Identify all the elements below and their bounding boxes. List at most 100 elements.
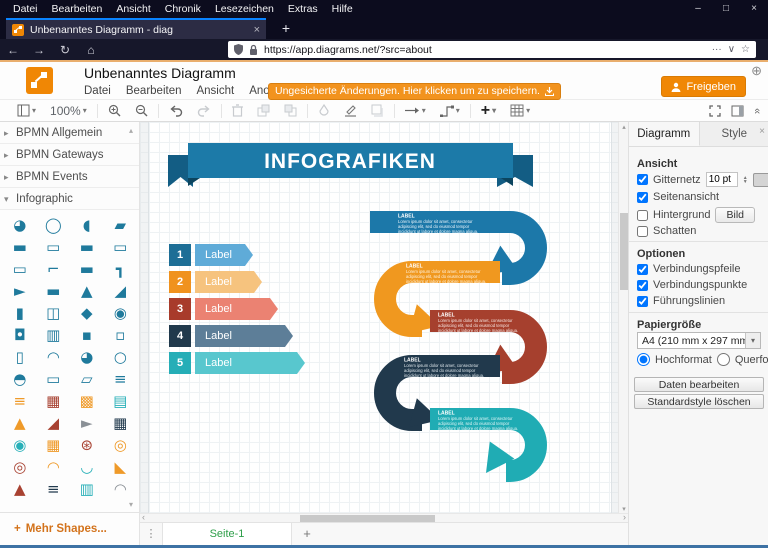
verbindungspunkte-checkbox[interactable]	[637, 280, 648, 291]
list-number-badge[interactable]: 1	[169, 244, 191, 266]
list-item[interactable]: 3 Label	[169, 298, 278, 320]
shape-pacman-icon[interactable]: ◖	[70, 214, 104, 236]
share-button[interactable]: Freigeben	[661, 76, 746, 97]
undo-icon[interactable]	[162, 100, 190, 122]
menu-extras[interactable]: Extras	[281, 0, 325, 18]
scroll-up-icon[interactable]: ▴	[619, 123, 628, 131]
format-panel-toggle-icon[interactable]	[731, 105, 744, 117]
scroll-left-icon[interactable]: ‹	[142, 512, 145, 522]
shape-parallelogram-icon[interactable]: ▰	[104, 214, 138, 236]
fuehrungslinien-checkbox[interactable]	[637, 296, 648, 307]
collapse-toolbar-icon[interactable]: «	[751, 108, 763, 114]
shape-tag-icon[interactable]: ▫	[104, 324, 138, 346]
list-number-badge[interactable]: 4	[169, 325, 191, 347]
shape-flag-icon[interactable]: ▬	[37, 280, 71, 302]
shape-bar-icon[interactable]: ▭	[3, 258, 37, 280]
shape-card-icon[interactable]: ▱	[70, 368, 104, 390]
shape-shield-icon[interactable]: ◘	[3, 324, 37, 346]
shape-pyramid-icon[interactable]: ▲	[70, 280, 104, 302]
shape-cone-color-icon[interactable]: ◢	[37, 412, 71, 434]
pages-menu-icon[interactable]: ⋮	[140, 523, 162, 545]
shape-arc-down-icon[interactable]: ◡	[70, 456, 104, 478]
connection-style-dropdown[interactable]: ▾	[398, 100, 433, 122]
grid-color-swatch[interactable]	[753, 173, 768, 187]
list-label-arrow[interactable]: Label	[195, 325, 293, 347]
shape-magnifier-icon[interactable]: ○	[104, 346, 138, 368]
sidebar-section-bpmn-allgemein[interactable]: BPMN Allgemein	[0, 122, 139, 144]
waypoint-style-dropdown[interactable]: ▾	[433, 100, 467, 122]
zoom-in-icon[interactable]	[101, 100, 128, 122]
sidebar-section-infographic[interactable]: Infographic	[0, 188, 139, 210]
querformat-radio[interactable]	[717, 353, 730, 366]
shape-grid-dark-icon[interactable]: ▦	[104, 412, 138, 434]
browser-tab[interactable]: Unbenanntes Diagramm - diag ×	[6, 18, 266, 39]
gitternetz-checkbox[interactable]	[637, 174, 648, 185]
shape-banner-wave-icon[interactable]: ▭	[104, 236, 138, 258]
list-item[interactable]: 5 Label	[169, 352, 305, 374]
pocket-icon[interactable]: ∨	[728, 44, 735, 55]
grid-size-spinner[interactable]: ▲▼	[743, 176, 748, 184]
back-icon[interactable]: ←	[0, 43, 26, 57]
close-icon[interactable]: ×	[740, 0, 768, 18]
grid-size-input[interactable]	[706, 172, 738, 187]
canvas-vertical-scrollbar[interactable]: ▴ ▾	[618, 122, 628, 514]
add-page-button[interactable]: +	[292, 523, 322, 545]
shape-cone-icon[interactable]: ◢	[104, 280, 138, 302]
to-back-icon[interactable]	[277, 100, 304, 122]
verbindungspfeile-checkbox[interactable]	[637, 264, 648, 275]
shape-list-dark-icon[interactable]: ≡	[37, 478, 71, 500]
tab-diagramm[interactable]: Diagramm	[629, 122, 700, 146]
shape-battery-icon[interactable]: ▮	[3, 302, 37, 324]
shape-list-color-icon[interactable]: ≡	[3, 390, 37, 412]
maximize-icon[interactable]: □	[712, 0, 740, 18]
snake-segment-teal[interactable]: LABEL Lorem ipsum dolor sit amet, consec…	[430, 411, 536, 482]
shape-corner-icon[interactable]: ┓	[104, 258, 138, 280]
url-bar[interactable]: https://app.diagrams.net/?src=about ··· …	[228, 41, 756, 58]
page-view-button[interactable]: ▾	[10, 100, 43, 122]
list-item[interactable]: 2 Label	[169, 271, 262, 293]
seitenansicht-checkbox[interactable]	[637, 192, 648, 203]
bookmark-star-icon[interactable]: ☆	[741, 44, 750, 55]
redo-icon[interactable]	[190, 100, 218, 122]
select-dropdown-icon[interactable]: ▾	[745, 333, 760, 348]
list-label-arrow[interactable]: Label	[195, 298, 278, 320]
minimize-icon[interactable]: –	[684, 0, 712, 18]
appmenu-bearbeiten[interactable]: Bearbeiten	[126, 85, 182, 97]
shape-label-line-icon[interactable]: ▭	[37, 368, 71, 390]
menu-chronik[interactable]: Chronik	[158, 0, 208, 18]
reload-icon[interactable]: ↻	[52, 43, 78, 57]
menu-lesezeichen[interactable]: Lesezeichen	[208, 0, 281, 18]
list-number-badge[interactable]: 5	[169, 352, 191, 374]
unsaved-changes-banner[interactable]: Ungesicherte Änderungen. Hier klicken um…	[268, 83, 561, 100]
shape-banner-icon[interactable]: ▭	[37, 236, 71, 258]
appmenu-datei[interactable]: Datei	[84, 85, 111, 97]
hintergrund-checkbox[interactable]	[637, 210, 648, 221]
sidebar-section-bpmn-gateways[interactable]: BPMN Gateways	[0, 144, 139, 166]
shape-barcode-icon[interactable]: ▥	[37, 324, 71, 346]
sidebar-scroll-down-icon[interactable]: ▾	[129, 500, 133, 509]
daten-bearbeiten-button[interactable]: Daten bearbeiten	[634, 377, 764, 392]
shape-triangle-icon[interactable]: ◣	[104, 456, 138, 478]
paper-size-select[interactable]: A4 (210 mm x 297 mm) ▾	[637, 332, 761, 349]
menu-datei[interactable]: Datei	[6, 0, 45, 18]
horizontal-scroll-thumb[interactable]	[300, 515, 435, 522]
list-number-badge[interactable]: 3	[169, 298, 191, 320]
forward-icon[interactable]: →	[26, 43, 52, 57]
shape-rings-icon[interactable]: ◎	[104, 434, 138, 456]
page-actions-icon[interactable]: ···	[712, 44, 722, 55]
more-shapes-button[interactable]: + Mehr Shapes...	[0, 512, 140, 545]
tab-close-icon[interactable]: ×	[254, 24, 260, 36]
shape-matrix-icon[interactable]: ▩	[70, 390, 104, 412]
shape-donut-icon[interactable]: ◉	[104, 302, 138, 324]
shape-bar-callout-icon[interactable]: ▬	[70, 258, 104, 280]
menu-bearbeiten[interactable]: Bearbeiten	[45, 0, 110, 18]
shape-arc-gray-icon[interactable]: ◠	[104, 478, 138, 500]
shape-table-color-icon[interactable]: ▦	[37, 434, 71, 456]
list-number-badge[interactable]: 2	[169, 271, 191, 293]
shape-pyramid-steps-icon[interactable]: ▲	[3, 478, 37, 500]
zoom-out-icon[interactable]	[128, 100, 155, 122]
canvas-horizontal-scrollbar[interactable]: ‹ ›	[140, 513, 628, 522]
zoom-level-dropdown[interactable]: 100%▾	[43, 100, 94, 122]
table-dropdown[interactable]: ▾	[503, 100, 537, 122]
shape-arrow-bar-icon[interactable]: ►	[3, 280, 37, 302]
